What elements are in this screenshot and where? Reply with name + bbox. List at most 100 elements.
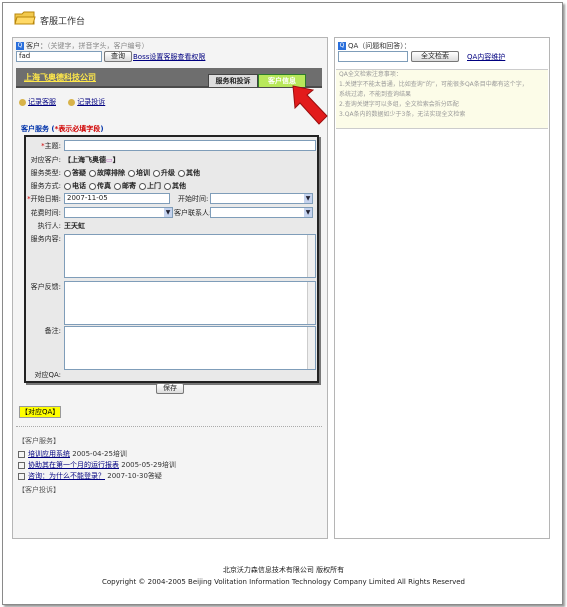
customer-row: 对应客户: 【上海飞奥德▭】 xyxy=(26,154,317,165)
qa-search-label-row: Q QA（问题和回答）： xyxy=(338,41,411,51)
scrollbar[interactable] xyxy=(307,282,315,324)
service-method-option[interactable]: 其他 xyxy=(164,182,189,190)
chevron-down-icon: ▼ xyxy=(304,208,312,217)
customer-label: 对应客户: xyxy=(30,156,61,164)
contact-select[interactable]: ▼ xyxy=(210,207,313,218)
boss-permission-link[interactable]: Boss设置客服查看权限 xyxy=(133,52,205,62)
radio-icon xyxy=(89,182,96,190)
record-icon xyxy=(19,98,26,106)
cost-time-label: 花费时间: xyxy=(30,209,61,217)
start-time-select[interactable]: ▼ xyxy=(210,193,313,204)
service-type-option[interactable]: 其他 xyxy=(178,169,203,177)
checkbox-icon xyxy=(18,472,25,480)
radio-icon xyxy=(139,182,146,190)
search-icon: Q xyxy=(16,42,24,50)
radio-icon xyxy=(164,182,171,190)
footer-copyright: Copyright © 2004-2005 Beijing Volitation… xyxy=(102,578,465,586)
start-date-row: *开始日期: 2007-11-05 开始时间: ▼ xyxy=(26,193,317,204)
service-type-option[interactable]: 培训 xyxy=(128,169,153,177)
pointer-arrow-icon xyxy=(292,85,328,125)
divider xyxy=(16,426,322,427)
tab-service-complaint[interactable]: 服务和投诉 xyxy=(208,74,258,87)
subject-input[interactable] xyxy=(64,140,316,151)
start-date-label: 开始日期: xyxy=(30,195,61,203)
content-label: 服务内容: xyxy=(30,235,61,243)
subject-label: 主题: xyxy=(44,142,61,150)
customer-search-input[interactable]: fad xyxy=(16,51,102,62)
service-method-options: 电话 传真 邮寄 上门 其他 xyxy=(64,181,189,191)
customer-value: 【上海飞奥德▭】 xyxy=(64,156,120,164)
service-type-option[interactable]: 升级 xyxy=(153,169,178,177)
customer-search-hint: （关键字，拼音字头，客户编号） xyxy=(47,42,149,50)
complaint-section-head: 【客户投诉】 xyxy=(18,486,60,494)
service-method-row: 服务方式: 电话 传真 邮寄 上门 其他 xyxy=(26,180,317,191)
service-method-option[interactable]: 邮寄 xyxy=(114,182,139,190)
customer-search-button[interactable]: 查询 xyxy=(104,51,132,62)
list-item[interactable]: 咨询：为什么不能登录？ 2007-10-30答疑 xyxy=(18,471,162,481)
note-line: 2.查询关键字可以多组，全文检索会拆分匹配 xyxy=(339,101,459,108)
form-title: 客户服务 xyxy=(21,125,49,133)
radio-icon xyxy=(153,169,160,177)
remark-textarea[interactable] xyxy=(64,326,316,370)
executor-label: 执行人: xyxy=(37,222,61,230)
qa-maintain-link[interactable]: QA内容维护 xyxy=(467,52,505,62)
feedback-textarea[interactable] xyxy=(64,281,316,325)
customer-search-label: 客户： xyxy=(26,42,47,50)
scrollbar[interactable] xyxy=(307,235,315,277)
checkbox-icon xyxy=(18,450,25,458)
folder-icon: ▭ xyxy=(106,156,113,164)
radio-icon xyxy=(114,182,121,190)
save-button[interactable]: 保存 xyxy=(156,383,184,394)
executor-value: 王天虹 xyxy=(64,222,85,230)
subject-row: *主题: xyxy=(26,140,317,151)
qa-search-input[interactable] xyxy=(338,51,408,62)
checkbox-icon xyxy=(18,461,25,469)
footer-company: 北京沃力森信息技术有限公司 版权所有 xyxy=(222,566,345,574)
radio-icon xyxy=(64,182,71,190)
qa-search-label: QA（问题和回答）： xyxy=(348,42,411,50)
radio-icon xyxy=(64,169,71,177)
service-method-option[interactable]: 电话 xyxy=(64,182,89,190)
feedback-label: 客户反馈: xyxy=(30,283,61,291)
search-icon: Q xyxy=(338,42,346,50)
cost-time-select[interactable]: ▼ xyxy=(64,207,173,218)
list-item[interactable]: 协助其在第一个月的运行报表 2005-05-29培训 xyxy=(18,460,176,470)
customer-service-section-head: 【客户服务】 xyxy=(18,437,60,445)
radio-icon xyxy=(128,169,135,177)
record-service-link[interactable]: 记录客服 xyxy=(19,98,56,106)
service-method-option[interactable]: 上门 xyxy=(139,182,164,190)
service-form: *主题: 对应客户: 【上海飞奥德▭】 服务类型: 答疑 故障排除 培训 升级 其他 服… xyxy=(24,135,319,383)
fulltext-search-button[interactable]: 全文检索 xyxy=(411,51,459,62)
radio-icon xyxy=(89,169,96,177)
folder-icon xyxy=(14,11,36,25)
executor-row: 执行人: 王天虹 xyxy=(26,220,317,231)
chevron-down-icon: ▼ xyxy=(164,208,172,217)
app-header: 客服工作台 xyxy=(14,10,214,30)
form-title-row: 客户服务 (*表示必填字段) xyxy=(21,125,104,133)
company-bar: 上海飞奥德科技公司 服务和投诉 客户信息 xyxy=(16,68,322,88)
company-name-link[interactable]: 上海飞奥德科技公司 xyxy=(24,72,96,83)
qa-link[interactable]: 【对应QA】 xyxy=(19,406,62,418)
note-line: 1.关键字不能太普通，比如查询“的”，可能很多QA条目中都有这个字， xyxy=(339,81,528,88)
record-complaint-link[interactable]: 记录投诉 xyxy=(68,98,105,106)
service-type-option[interactable]: 故障排除 xyxy=(89,169,128,177)
radio-icon xyxy=(178,169,185,177)
contact-label: 客户联系人: xyxy=(174,209,212,217)
service-method-option[interactable]: 传真 xyxy=(89,182,114,190)
service-type-options: 答疑 故障排除 培训 升级 其他 xyxy=(64,168,203,178)
start-time-label: 开始时间: xyxy=(178,195,209,203)
required-note: 表示必填字段 xyxy=(58,125,101,133)
scrollbar[interactable] xyxy=(307,327,315,369)
service-type-label: 服务类型: xyxy=(30,169,61,177)
start-date-input[interactable]: 2007-11-05 xyxy=(64,193,170,204)
note-line: 系统过滤，不能到查询结果 xyxy=(339,91,412,98)
qa-search-notes: QA全文检索注意事项： 1.关键字不能太普通，比如查询“的”，可能很多QA条目中… xyxy=(336,69,548,129)
list-item[interactable]: 培训应用系统 2005-04-25培训 xyxy=(18,449,127,459)
content-textarea[interactable] xyxy=(64,234,316,278)
chevron-down-icon: ▼ xyxy=(304,194,312,203)
service-type-option[interactable]: 答疑 xyxy=(64,169,89,177)
remark-label: 备注: xyxy=(44,327,61,335)
record-icon xyxy=(68,98,76,106)
app-title: 客服工作台 xyxy=(40,17,86,27)
cost-time-row: 花费时间: ▼ 客户联系人: ▼ xyxy=(26,207,317,218)
